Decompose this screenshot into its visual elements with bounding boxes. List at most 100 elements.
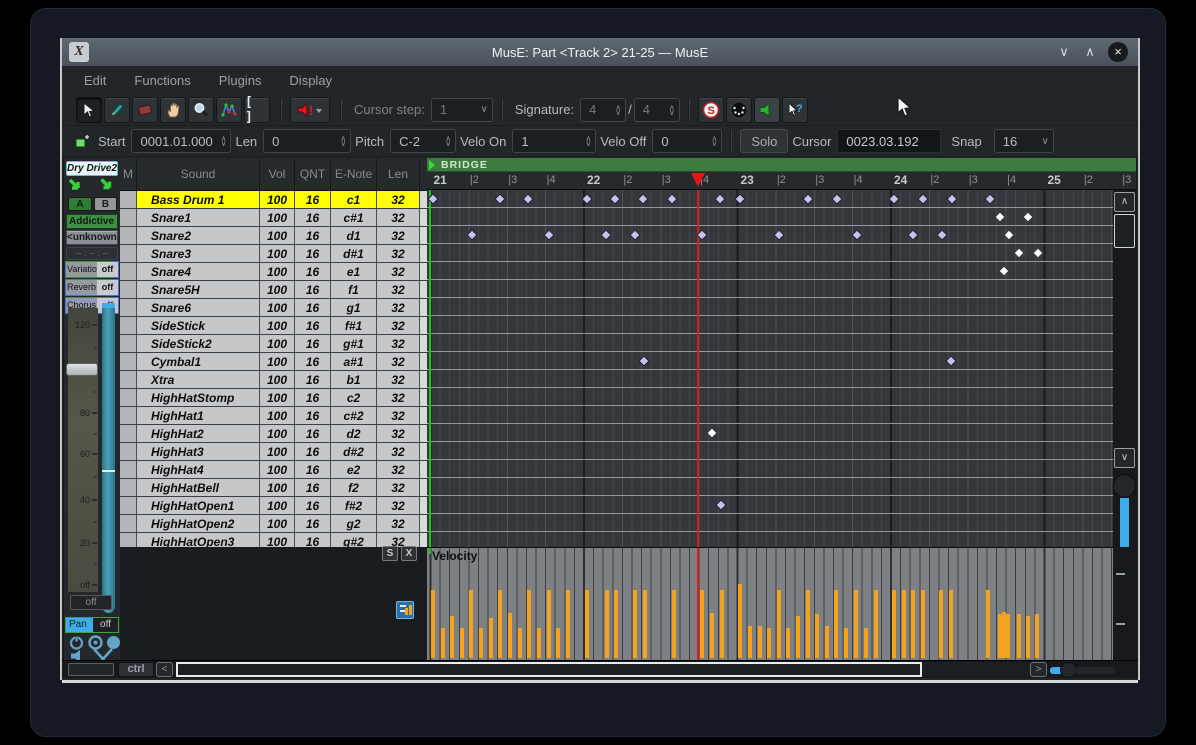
maximize-button[interactable]: ∧ <box>1082 44 1098 60</box>
note-diamond[interactable] <box>917 193 928 204</box>
vol-cell[interactable]: 100 <box>260 443 295 460</box>
column-header-sound[interactable]: Sound <box>137 158 260 190</box>
qnt-cell[interactable]: 16 <box>295 245 331 262</box>
note-diamond[interactable] <box>946 193 957 204</box>
qnt-cell[interactable]: 16 <box>295 461 331 478</box>
volume-slider-handle[interactable] <box>66 363 98 376</box>
signature-denominator-spinbox[interactable]: 4∧∨ <box>634 98 680 122</box>
signature-numerator-spinbox[interactable]: 4∧∨ <box>580 98 626 122</box>
drum-row[interactable]: Snare5H10016f132 <box>120 281 427 299</box>
note-diamond[interactable] <box>494 193 505 204</box>
column-header-qnt[interactable]: QNT <box>295 158 331 190</box>
velocity-bar[interactable] <box>469 590 473 658</box>
sound-name-cell[interactable]: HighHatOpen2 <box>137 515 260 532</box>
velocity-bar[interactable] <box>633 590 637 658</box>
velocity-bar[interactable] <box>566 590 570 658</box>
mute-cell[interactable] <box>120 443 137 460</box>
velocity-bar[interactable] <box>710 613 714 658</box>
enote-cell[interactable]: g2 <box>331 515 377 532</box>
drum-row[interactable]: Xtra10016b132 <box>120 371 427 389</box>
b-select-button[interactable]: B <box>94 197 117 211</box>
speaker-events-button[interactable] <box>754 97 780 123</box>
velocity-bar[interactable] <box>441 628 445 658</box>
menu-edit[interactable]: Edit <box>70 69 120 92</box>
velocity-bar[interactable] <box>854 590 858 658</box>
velocity-bar[interactable] <box>614 590 618 658</box>
scroll-up-button[interactable]: ∧ <box>1114 192 1135 212</box>
enote-cell[interactable]: g1 <box>331 299 377 316</box>
scroll-down-button[interactable]: ∨ <box>1114 448 1135 468</box>
note-diamond[interactable] <box>629 229 640 240</box>
midi-thru-button[interactable] <box>726 97 752 123</box>
note-diamond-selected[interactable] <box>1022 211 1033 222</box>
snap-combo[interactable]: 16∨ <box>994 129 1054 153</box>
sound-name-cell[interactable]: Snare6 <box>137 299 260 316</box>
drum-row[interactable]: HighHat110016c#232 <box>120 407 427 425</box>
sound-name-cell[interactable]: Bass Drum 1 <box>137 191 260 208</box>
controller-select-icon[interactable] <box>396 601 414 619</box>
horizontal-zoom-knob[interactable] <box>1060 662 1077 678</box>
len-cell[interactable]: 32 <box>377 479 420 496</box>
vol-cell[interactable]: 100 <box>260 353 295 370</box>
qnt-cell[interactable]: 16 <box>295 317 331 334</box>
note-diamond[interactable] <box>581 193 592 204</box>
velocity-bar[interactable] <box>874 590 878 658</box>
velocity-bar[interactable] <box>450 616 454 658</box>
velocity-bar[interactable] <box>498 590 502 658</box>
qnt-cell[interactable]: 16 <box>295 497 331 514</box>
velocity-bar[interactable] <box>902 590 906 658</box>
drum-row[interactable]: HighHatOpen210016g232 <box>120 515 427 533</box>
sound-name-cell[interactable]: Snare5H <box>137 281 260 298</box>
vol-cell[interactable]: 100 <box>260 389 295 406</box>
len-cell[interactable]: 32 <box>377 515 420 532</box>
sound-name-cell[interactable]: HighHat1 <box>137 407 260 424</box>
controller-solo-button[interactable]: S <box>382 546 398 561</box>
mute-cell[interactable] <box>120 353 137 370</box>
enote-cell[interactable]: c2 <box>331 389 377 406</box>
enote-cell[interactable]: c1 <box>331 191 377 208</box>
vol-cell[interactable]: 100 <box>260 425 295 442</box>
velocity-bar[interactable] <box>815 614 819 658</box>
note-diamond[interactable] <box>936 229 947 240</box>
menu-functions[interactable]: Functions <box>120 69 204 92</box>
len-cell[interactable]: 32 <box>377 317 420 334</box>
len-cell[interactable]: 32 <box>377 335 420 352</box>
len-cell[interactable]: 32 <box>377 389 420 406</box>
drum-row[interactable]: Snare210016d132 <box>120 227 427 245</box>
mute-cell[interactable] <box>120 407 137 424</box>
velocity-bar[interactable] <box>834 590 838 658</box>
velocity-bar[interactable] <box>672 590 676 658</box>
timeline-ruler[interactable]: BRIDGE 21|2|3|422|2|3|423|2|3|424|2|3|42… <box>427 158 1136 190</box>
sound-name-cell[interactable]: HighHatOpen3 <box>137 533 260 547</box>
qnt-cell[interactable]: 16 <box>295 263 331 280</box>
len-cell[interactable]: 32 <box>377 533 420 547</box>
sound-name-cell[interactable]: Snare2 <box>137 227 260 244</box>
vol-cell[interactable]: 100 <box>260 479 295 496</box>
velocity-bar[interactable] <box>921 590 925 658</box>
enote-cell[interactable]: g#1 <box>331 335 377 352</box>
titlebar[interactable]: X MusE: Part <Track 2> 21-25 — MusE ∨ ∧ … <box>62 38 1138 66</box>
mute-cell[interactable] <box>120 263 137 280</box>
velocity-bar[interactable] <box>911 590 915 658</box>
vol-cell[interactable]: 100 <box>260 335 295 352</box>
sound-name-cell[interactable]: HighHat2 <box>137 425 260 442</box>
drum-row[interactable]: HighHat310016d#232 <box>120 443 427 461</box>
len-cell[interactable]: 32 <box>377 443 420 460</box>
mute-cell[interactable] <box>120 281 137 298</box>
pointer-tool-button[interactable] <box>76 97 102 123</box>
qnt-cell[interactable]: 16 <box>295 191 331 208</box>
len-cell[interactable]: 32 <box>377 245 420 262</box>
mute-cell[interactable] <box>120 497 137 514</box>
note-diamond[interactable] <box>984 193 995 204</box>
len-cell[interactable]: 32 <box>377 407 420 424</box>
enote-cell[interactable]: f1 <box>331 281 377 298</box>
velocity-bar[interactable] <box>556 628 560 658</box>
velocity-bar[interactable] <box>796 616 800 658</box>
punch-range-tool-button[interactable]: [ ] <box>244 97 270 123</box>
enote-cell[interactable]: f#1 <box>331 317 377 334</box>
len-cell[interactable]: 32 <box>377 425 420 442</box>
note-diamond[interactable] <box>637 193 648 204</box>
velocity-bar[interactable] <box>844 628 848 658</box>
sound-name-cell[interactable]: SideStick2 <box>137 335 260 352</box>
velocity-bar[interactable] <box>806 590 810 658</box>
